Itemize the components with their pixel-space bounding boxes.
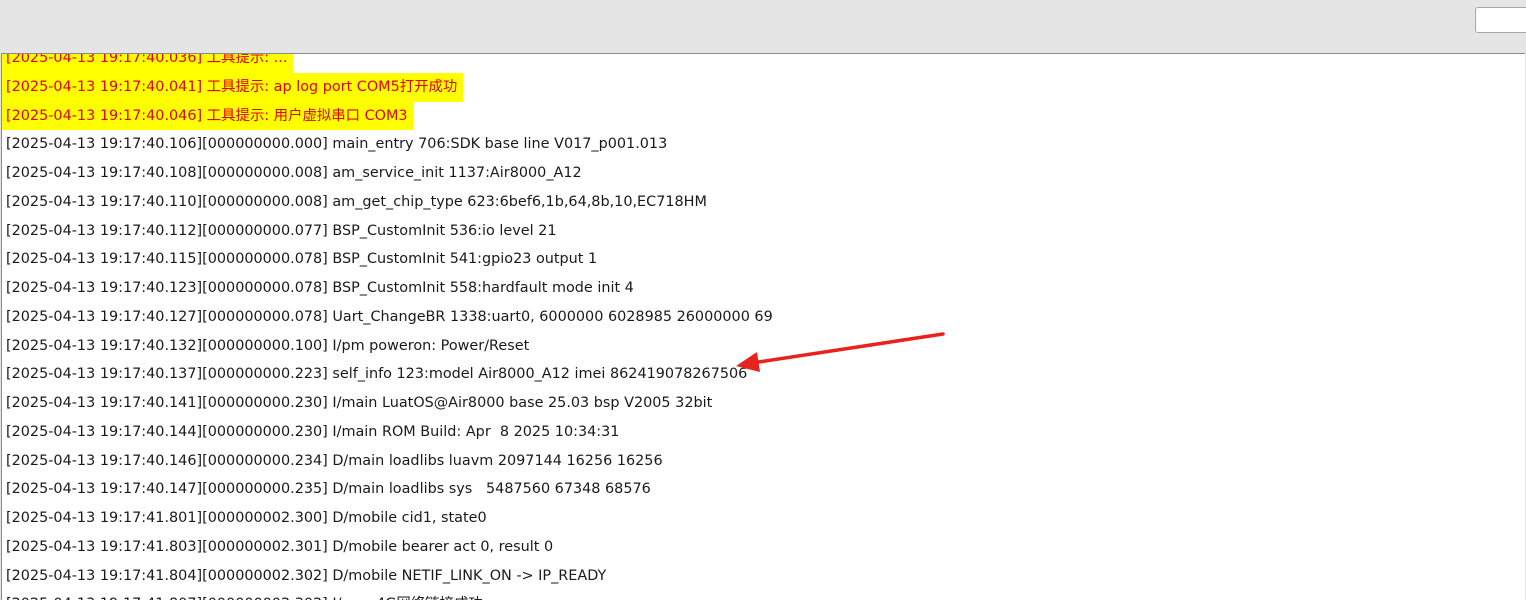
log-line: [2025-04-13 19:17:40.147][000000000.235]… (2, 475, 1525, 504)
log-line: [2025-04-13 19:17:40.115][000000000.078]… (2, 245, 1525, 274)
log-line: [2025-04-13 19:17:40.144][000000000.230]… (2, 418, 1525, 447)
log-line-text: [2025-04-13 19:17:40.123][000000000.078]… (6, 280, 634, 296)
log-line-text: [2025-04-13 19:17:40.147][000000000.235]… (6, 481, 651, 498)
log-line-text: [2025-04-13 19:17:40.137][000000000.223]… (6, 366, 748, 383)
log-line: [2025-04-13 19:17:41.807][000000002.302]… (2, 590, 1525, 600)
log-line-text: [2025-04-13 19:17:40.036] 工具提示: ... (2, 54, 294, 73)
log-line: [2025-04-13 19:17:41.801][000000002.300]… (2, 504, 1525, 533)
log-line: [2025-04-13 19:17:40.146][000000000.234]… (2, 447, 1525, 476)
log-line-text: [2025-04-13 19:17:40.110][000000000.008]… (6, 193, 707, 210)
log-line: [2025-04-13 19:17:41.804][000000002.302]… (2, 562, 1525, 591)
log-line-text: [2025-04-13 19:17:40.106][000000000.000]… (6, 136, 668, 153)
log-line: [2025-04-13 19:17:41.803][000000002.301]… (2, 533, 1525, 562)
log-line-text: [2025-04-13 19:17:40.115][000000000.078]… (6, 251, 598, 268)
log-line-text: [2025-04-13 19:17:41.804][000000002.302]… (6, 567, 607, 584)
toolbar (0, 0, 1526, 53)
log-line-text: [2025-04-13 19:17:40.146][000000000.234]… (6, 452, 663, 469)
log-line-text: [2025-04-13 19:17:41.807][000000002.302]… (2, 590, 489, 600)
log-line: [2025-04-13 19:17:40.127][000000000.078]… (2, 303, 1525, 332)
search-input[interactable] (1475, 7, 1526, 33)
log-line-text: [2025-04-13 19:17:41.803][000000002.301]… (6, 538, 554, 555)
log-line: [2025-04-13 19:17:40.141][000000000.230]… (2, 389, 1525, 418)
log-line: [2025-04-13 19:17:40.110][000000000.008]… (2, 188, 1525, 217)
log-line-text: [2025-04-13 19:17:40.041] 工具提示: ap log p… (2, 72, 464, 102)
log-line: [2025-04-13 19:17:40.108][000000000.008]… (2, 159, 1525, 188)
log-line-text: [2025-04-13 19:17:40.141][000000000.230]… (6, 395, 713, 411)
log-line-text: [2025-04-13 19:17:40.132][000000000.100]… (6, 337, 530, 354)
log-line-text: [2025-04-13 19:17:40.046] 工具提示: 用户虚拟串口 C… (2, 101, 414, 131)
log-line-text: [2025-04-13 19:17:40.127][000000000.078]… (6, 308, 773, 325)
log-line: [2025-04-13 19:17:40.123][000000000.078]… (2, 274, 1525, 303)
log-line: [2025-04-13 19:17:40.137][000000000.223]… (2, 360, 1525, 389)
log-output-panel[interactable]: [2025-04-13 19:17:40.036] 工具提示: ... [2025… (1, 53, 1525, 600)
log-line: [2025-04-13 19:17:40.132][000000000.100]… (2, 332, 1525, 361)
log-line-tool-hint: [2025-04-13 19:17:40.036] 工具提示: ... (2, 54, 1525, 73)
log-line-text: [2025-04-13 19:17:41.801][000000002.300]… (6, 510, 487, 526)
log-line-tool-hint: [2025-04-13 19:17:40.046] 工具提示: 用户虚拟串口 C… (2, 101, 1525, 131)
log-line: [2025-04-13 19:17:40.106][000000000.000]… (2, 130, 1525, 159)
log-line-text: [2025-04-13 19:17:40.112][000000000.077]… (6, 222, 557, 239)
log-line-text: [2025-04-13 19:17:40.108][000000000.008]… (6, 165, 582, 181)
log-line: [2025-04-13 19:17:40.112][000000000.077]… (2, 217, 1525, 246)
log-line-tool-hint: [2025-04-13 19:17:40.041] 工具提示: ap log p… (2, 72, 1525, 102)
log-list: [2025-04-13 19:17:40.036] 工具提示: ... [2025… (2, 54, 1525, 600)
log-line-text: [2025-04-13 19:17:40.144][000000000.230]… (6, 423, 620, 440)
